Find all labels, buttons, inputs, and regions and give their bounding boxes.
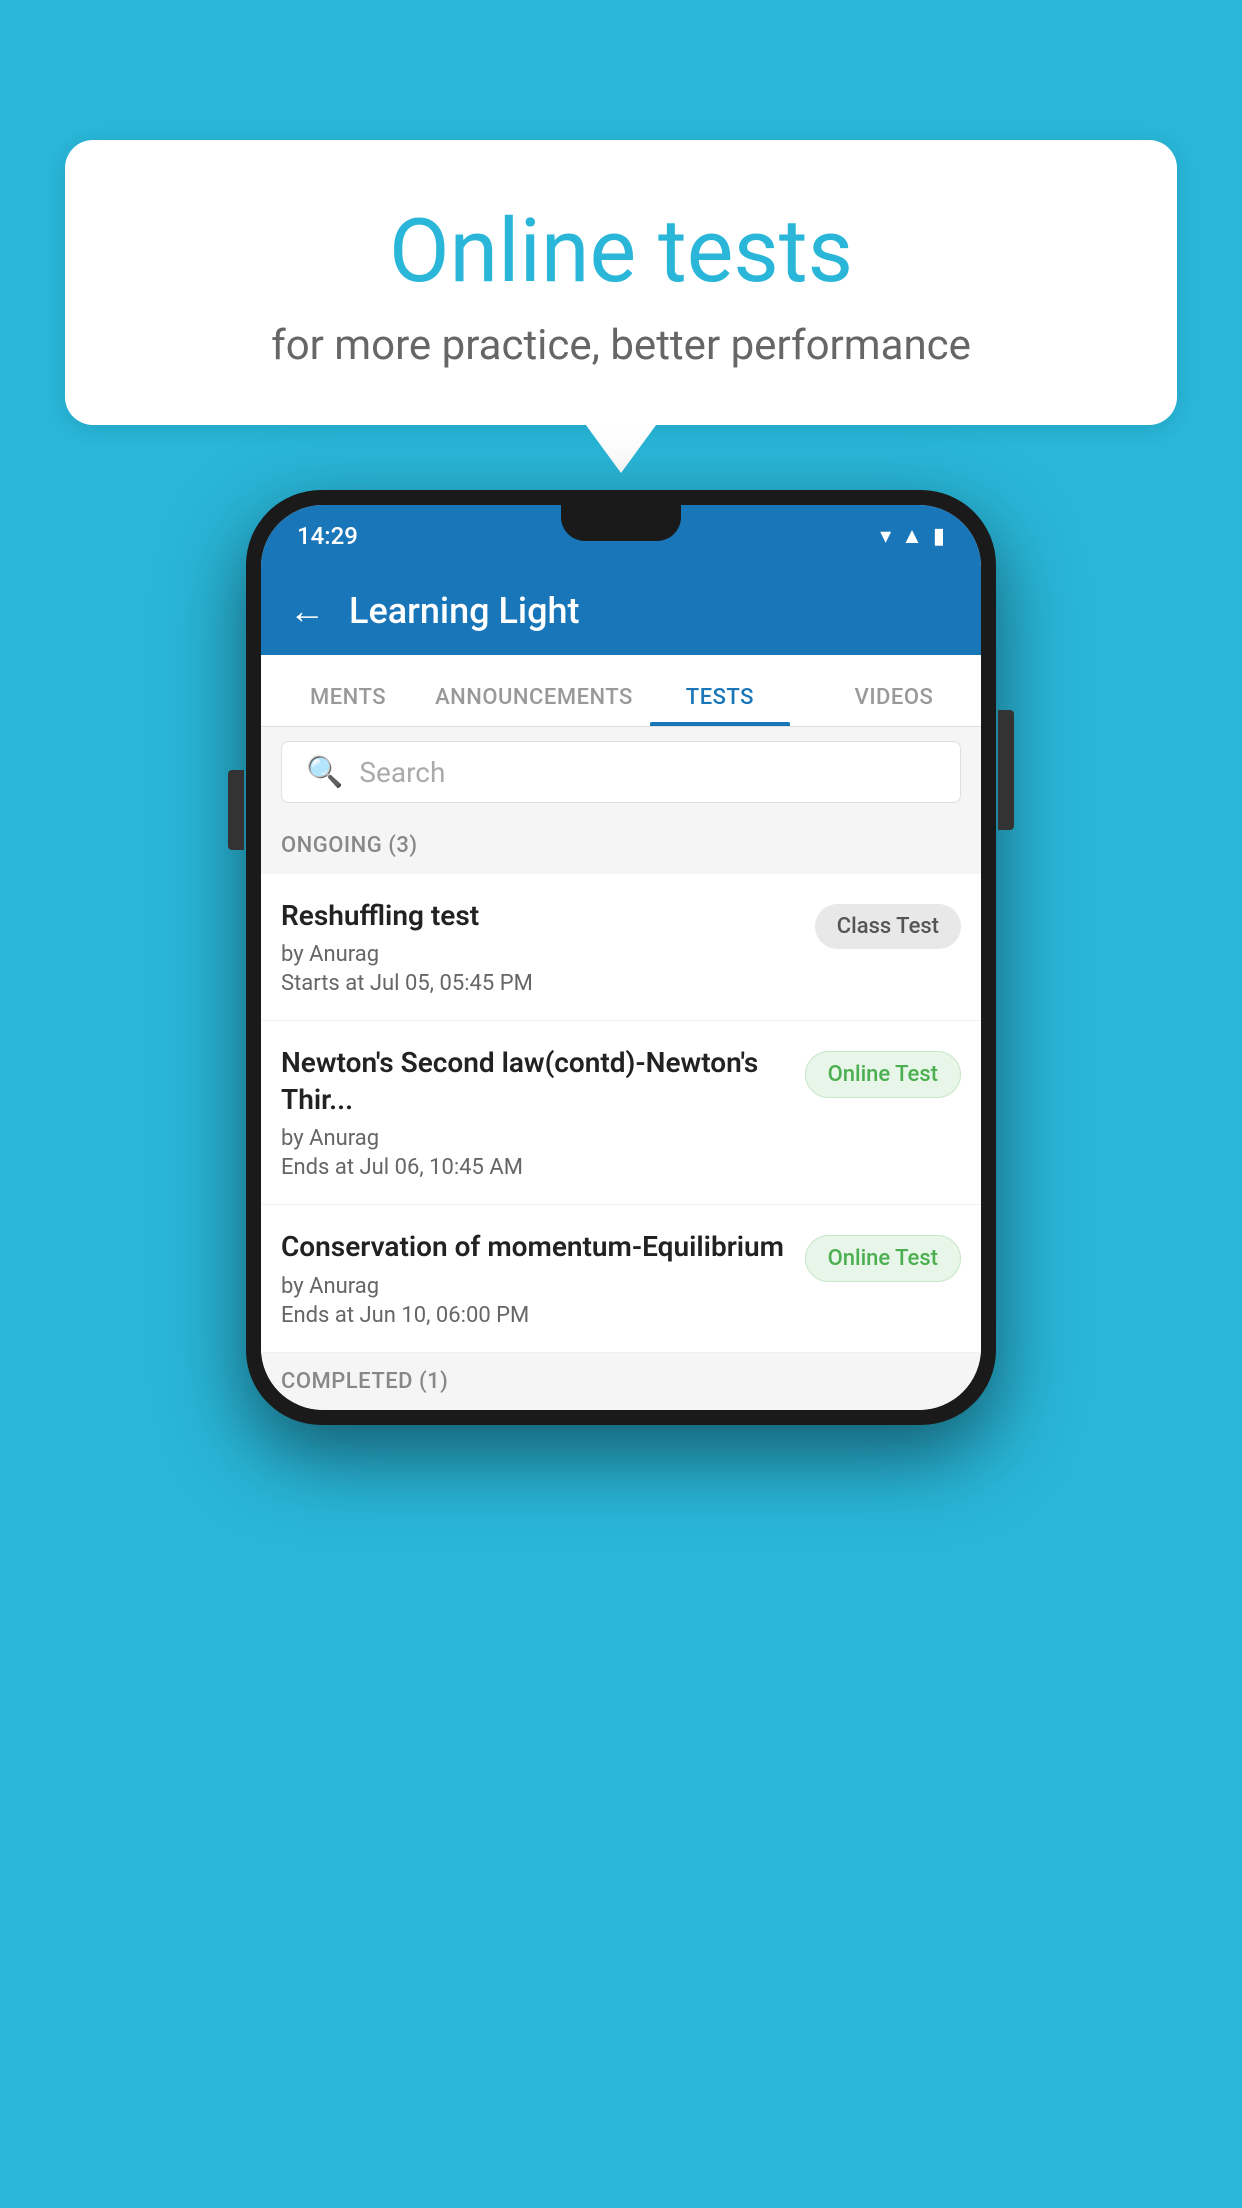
bubble-title: Online tests <box>145 200 1097 303</box>
wifi-icon: ▾ <box>880 524 891 549</box>
speech-bubble-wrapper: Online tests for more practice, better p… <box>65 140 1177 425</box>
tabs-bar: MENTS ANNOUNCEMENTS TESTS VIDEOS <box>261 655 981 727</box>
phone-mockup: 14:29 ▾ ▲ ▮ ← Learning Light MENTS ANNOU… <box>246 490 996 1425</box>
test-time-conservation: Ends at Jun 10, 06:00 PM <box>281 1303 789 1328</box>
test-item-left-newtons: Newton's Second law(contd)-Newton's Thir… <box>281 1045 805 1180</box>
search-bar[interactable]: 🔍 Search <box>281 741 961 803</box>
search-input[interactable]: Search <box>359 756 445 789</box>
battery-icon: ▮ <box>933 524 945 549</box>
test-item-left-conservation: Conservation of momentum-Equilibrium by … <box>281 1229 805 1327</box>
test-item-reshuffling[interactable]: Reshuffling test by Anurag Starts at Jul… <box>261 874 981 1021</box>
tab-ments[interactable]: MENTS <box>261 685 435 726</box>
status-bar: 14:29 ▾ ▲ ▮ <box>261 505 981 567</box>
phone-screen: 14:29 ▾ ▲ ▮ ← Learning Light MENTS ANNOU… <box>261 505 981 1410</box>
status-time: 14:29 <box>297 522 358 550</box>
app-title: Learning Light <box>349 590 579 632</box>
speech-bubble: Online tests for more practice, better p… <box>65 140 1177 425</box>
notch <box>561 505 681 541</box>
test-by-conservation: by Anurag <box>281 1274 789 1299</box>
app-header: ← Learning Light <box>261 567 981 655</box>
test-by-newtons: by Anurag <box>281 1126 789 1151</box>
tab-tests[interactable]: TESTS <box>633 685 807 726</box>
tab-videos[interactable]: VIDEOS <box>807 685 981 726</box>
search-icon: 🔍 <box>306 755 343 790</box>
test-item-conservation[interactable]: Conservation of momentum-Equilibrium by … <box>261 1205 981 1352</box>
test-time-newtons: Ends at Jul 06, 10:45 AM <box>281 1155 789 1180</box>
completed-section-header: COMPLETED (1) <box>261 1353 981 1410</box>
test-by-reshuffling: by Anurag <box>281 942 799 967</box>
test-time-reshuffling: Starts at Jul 05, 05:45 PM <box>281 971 799 996</box>
ongoing-section-header: ONGOING (3) <box>261 817 981 874</box>
test-title-newtons: Newton's Second law(contd)-Newton's Thir… <box>281 1045 789 1118</box>
bubble-subtitle: for more practice, better performance <box>145 321 1097 370</box>
search-bar-wrapper: 🔍 Search <box>261 727 981 817</box>
badge-online-test-2: Online Test <box>805 1235 961 1282</box>
test-title-reshuffling: Reshuffling test <box>281 898 799 934</box>
test-title-conservation: Conservation of momentum-Equilibrium <box>281 1229 789 1265</box>
status-icons: ▾ ▲ ▮ <box>880 523 945 549</box>
signal-icon: ▲ <box>901 523 923 549</box>
test-item-left: Reshuffling test by Anurag Starts at Jul… <box>281 898 815 996</box>
badge-online-test-1: Online Test <box>805 1051 961 1098</box>
test-item-newtons[interactable]: Newton's Second law(contd)-Newton's Thir… <box>261 1021 981 1205</box>
badge-class-test: Class Test <box>815 904 961 949</box>
back-button[interactable]: ← <box>289 590 325 632</box>
tab-announcements[interactable]: ANNOUNCEMENTS <box>435 685 633 726</box>
phone-outer: 14:29 ▾ ▲ ▮ ← Learning Light MENTS ANNOU… <box>246 490 996 1425</box>
